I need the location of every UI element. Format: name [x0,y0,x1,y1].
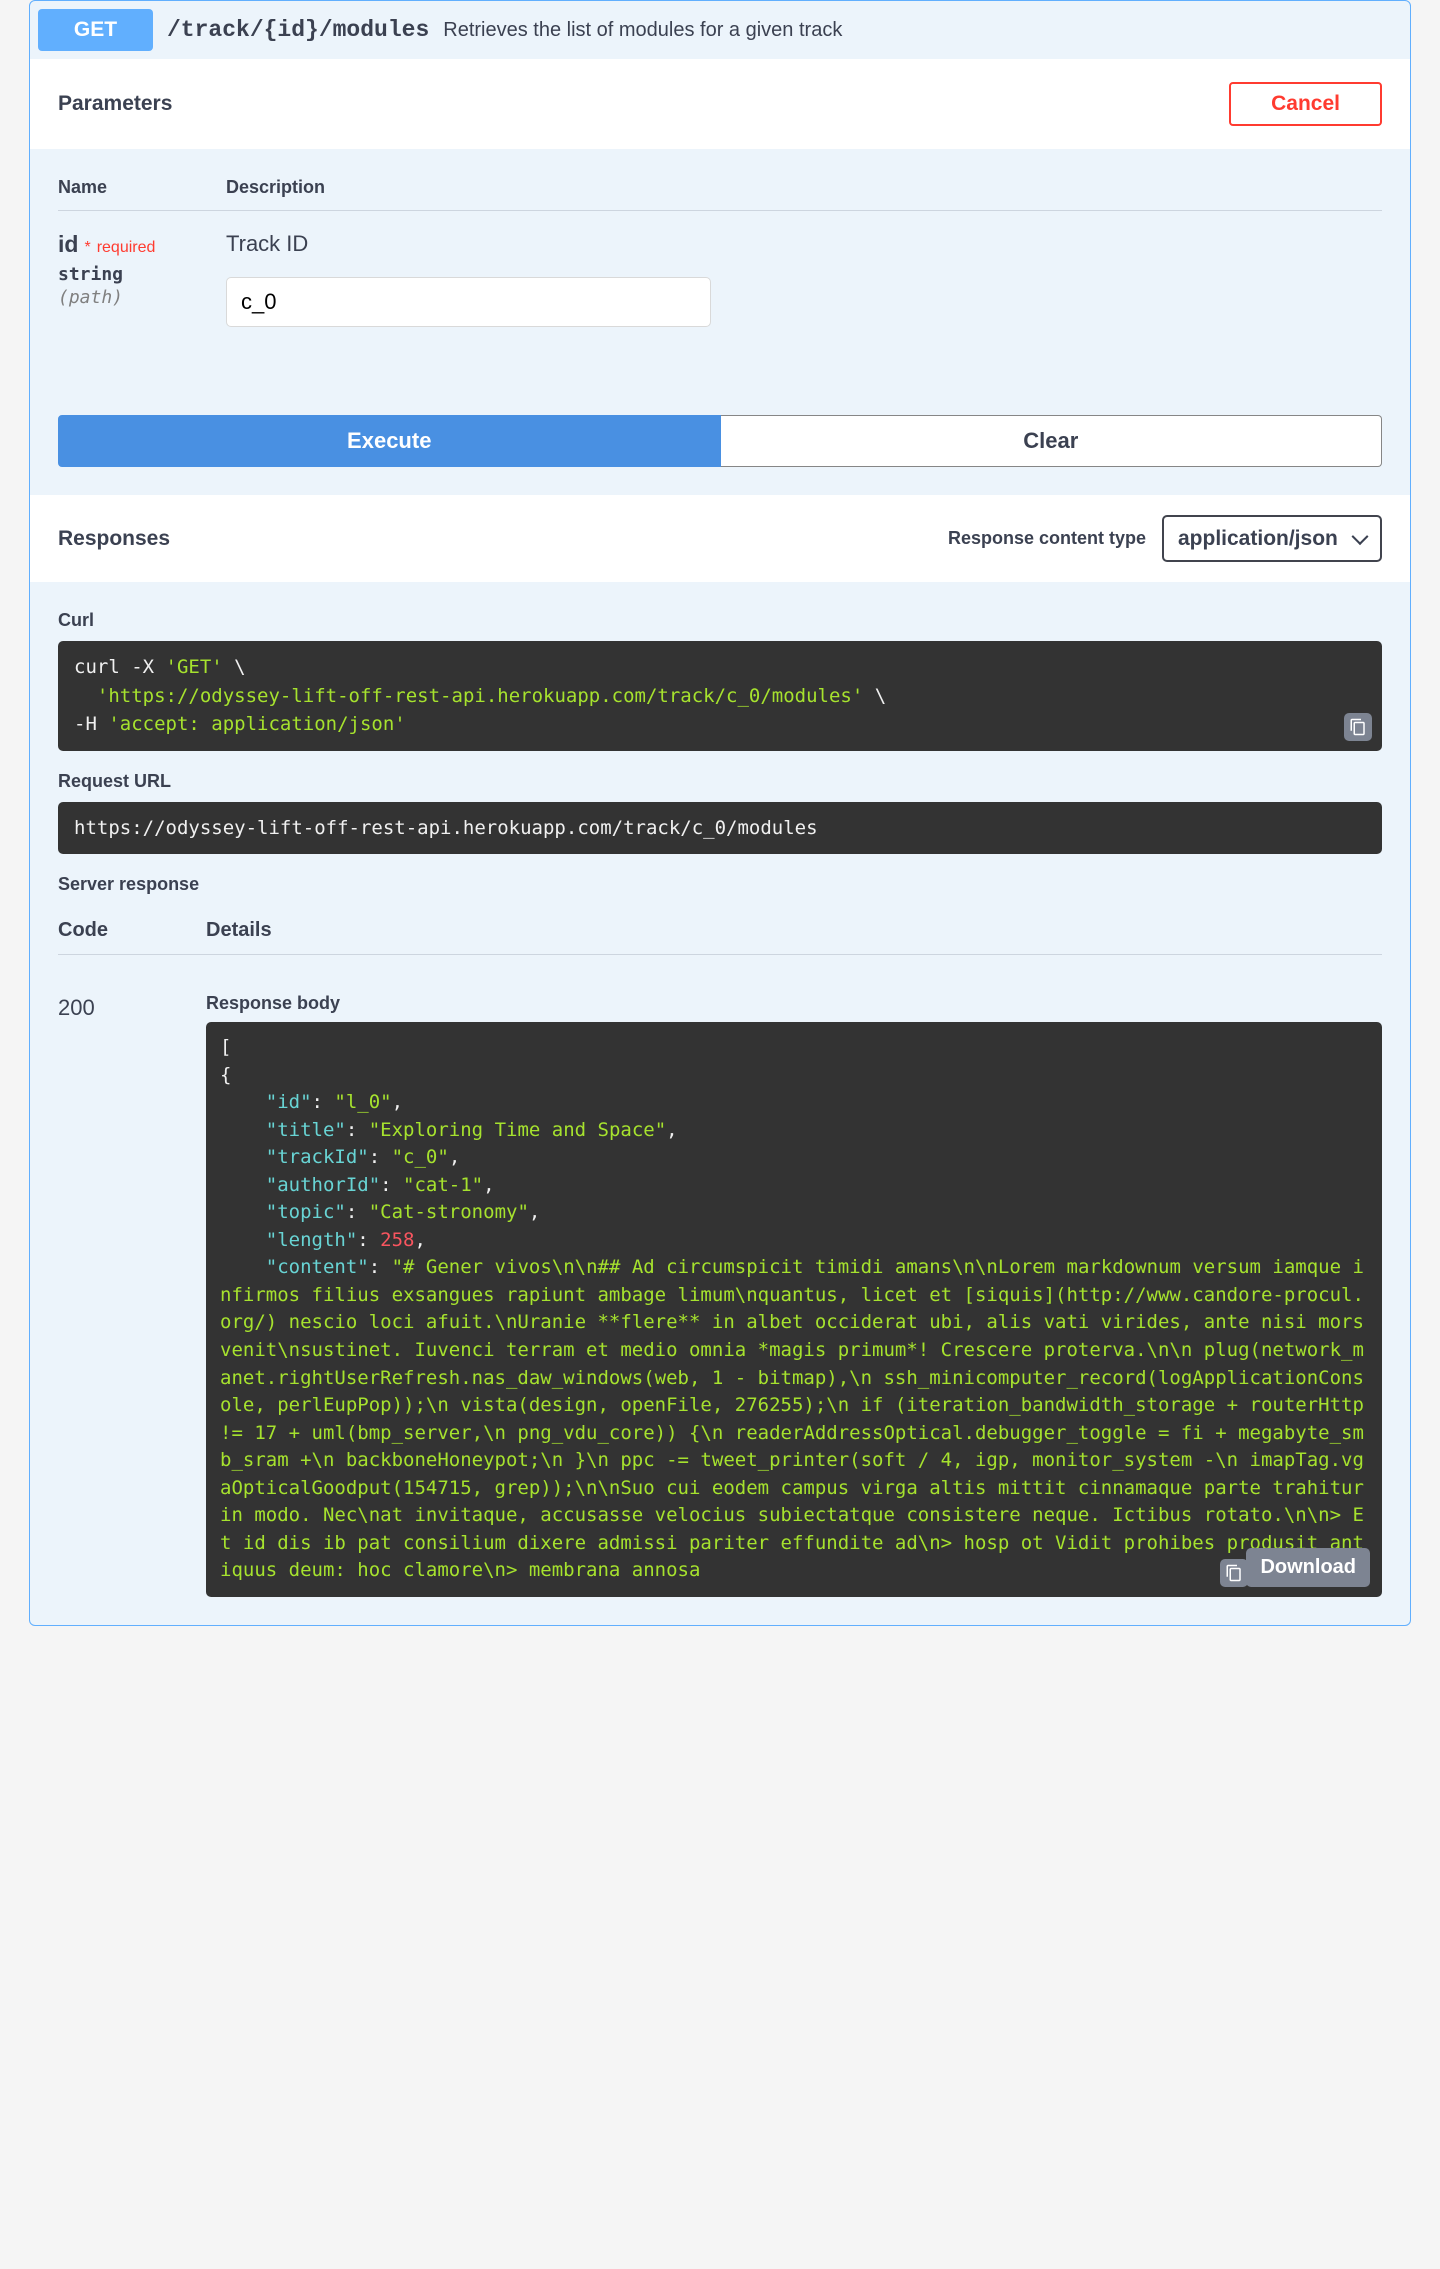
json-open-bracket: [ [220,1036,231,1058]
opblock-get: GET /track/{id}/modules Retrieves the li… [29,0,1411,1626]
content-type-select[interactable]: application/json [1162,515,1382,562]
json-val-title: "Exploring Time and Space" [369,1119,666,1141]
clear-button[interactable]: Clear [721,415,1383,467]
json-key-title: "title" [266,1119,346,1141]
request-url-block: https://odyssey-lift-off-rest-api.heroku… [58,802,1382,855]
curl-method: 'GET' [166,656,223,678]
response-table-header: Code Details [58,919,1382,955]
response-code: 200 [58,973,206,1597]
responses-body: Curl curl -X 'GET' \ 'https://odyssey-li… [30,582,1410,1625]
param-name-text: id [58,231,78,258]
param-input-id[interactable] [226,277,711,327]
cancel-button[interactable]: Cancel [1229,82,1382,126]
json-key-content: "content" [266,1256,369,1278]
parameters-title: Parameters [58,92,172,116]
required-star: * [84,239,90,257]
endpoint-summary-text: Retrieves the list of modules for a give… [443,19,842,42]
json-val-authorid: "cat-1" [403,1174,483,1196]
execute-button[interactable]: Execute [58,415,721,467]
content-type-select-wrap[interactable]: application/json [1162,515,1382,562]
json-key-id: "id" [266,1091,312,1113]
response-body-label: Response body [206,993,1382,1014]
parameters-header: Parameters Cancel [30,59,1410,149]
response-body-block: [ { "id": "l_0", "title": "Exploring Tim… [206,1022,1382,1597]
request-url-text: https://odyssey-lift-off-rest-api.heroku… [74,817,818,839]
param-in: (path) [58,287,226,308]
curl-block: curl -X 'GET' \ 'https://odyssey-lift-of… [58,641,1382,751]
curl-label: Curl [58,610,1382,631]
param-description: Track ID [226,231,1382,257]
curl-bs1: \ [223,656,246,678]
responses-header: Responses Response content type applicat… [30,495,1410,582]
param-desc-cell: Track ID [226,231,1382,327]
curl-header: 'accept: application/json' [108,713,405,735]
copy-icon[interactable] [1344,713,1372,741]
json-key-authorid: "authorId" [266,1174,380,1196]
json-open-brace: { [220,1064,231,1086]
param-type: string [58,264,226,285]
responses-title: Responses [58,527,170,551]
endpoint-path: /track/{id}/modules [167,17,429,43]
json-val-length: 258 [380,1229,414,1251]
curl-bs2: \ [863,685,886,707]
json-val-id: "l_0" [334,1091,391,1113]
curl-text: curl -X [74,656,166,678]
col-header-code: Code [58,919,206,942]
json-val-content: "# Gener vivos\n\n## Ad circumspicit tim… [220,1256,1364,1581]
json-key-topic: "topic" [266,1201,346,1223]
json-val-trackid: "c_0" [392,1146,449,1168]
col-header-description: Description [226,177,1382,198]
http-method-badge: GET [38,9,153,51]
json-key-length: "length" [266,1229,358,1251]
col-header-name: Name [58,177,226,198]
param-actions: Execute Clear [58,415,1382,467]
server-response-label: Server response [58,874,1382,895]
param-name: id * required [58,231,226,258]
response-details: Response body [ { "id": "l_0", "title": … [206,973,1382,1597]
param-table-header: Name Description [58,177,1382,211]
request-url-label: Request URL [58,771,1382,792]
param-row-id: id * required string (path) Track ID [58,231,1382,327]
copy-response-icon[interactable] [1220,1559,1248,1587]
curl-url: 'https://odyssey-lift-off-rest-api.herok… [97,685,863,707]
param-name-cell: id * required string (path) [58,231,226,327]
json-val-topic: "Cat-stronomy" [369,1201,529,1223]
col-header-details: Details [206,919,1382,942]
required-label: required [97,239,156,257]
endpoint-summary[interactable]: GET /track/{id}/modules Retrieves the li… [30,1,1410,59]
content-type-wrap: Response content type application/json [948,515,1382,562]
download-button[interactable]: Download [1246,1548,1370,1587]
response-row: 200 Response body [ { "id": "l_0", "titl… [58,973,1382,1597]
curl-hflag: -H [74,713,108,735]
content-type-label: Response content type [948,528,1146,549]
parameters-body: Name Description id * required string (p… [30,149,1410,495]
json-key-trackid: "trackId" [266,1146,369,1168]
